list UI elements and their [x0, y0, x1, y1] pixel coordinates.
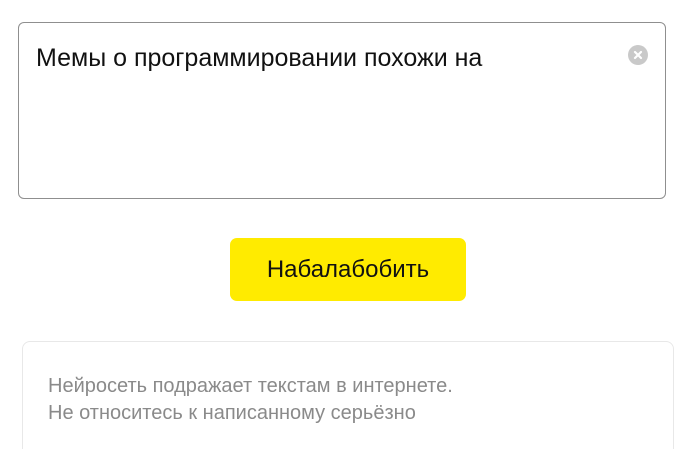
close-icon	[633, 50, 643, 60]
disclaimer-line-1: Нейросеть подражает текстам в интернете.	[48, 375, 453, 397]
clear-icon[interactable]	[628, 45, 648, 65]
generate-button[interactable]: Набалабобить	[230, 238, 466, 301]
disclaimer-box: Нейросеть подражает текстам в интернете.…	[22, 341, 674, 449]
prompt-input-box[interactable]: Мемы о программировании похожи на	[18, 22, 666, 199]
balaboba-page: Мемы о программировании похожи на Набала…	[0, 0, 695, 449]
prompt-input-text[interactable]: Мемы о программировании похожи на	[36, 42, 609, 74]
disclaimer-line-2: Не относитесь к написанному серьёзно	[48, 402, 416, 424]
